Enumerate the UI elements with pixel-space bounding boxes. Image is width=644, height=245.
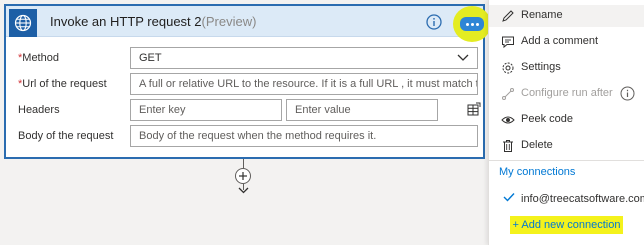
menu-item-delete[interactable]: Delete — [489, 135, 644, 157]
arrow-down-icon — [238, 187, 249, 194]
url-row: *Url of the request A full or relative U… — [18, 73, 478, 95]
menu-item-label: Delete — [521, 139, 553, 151]
body-row: Body of the request Body of the request … — [18, 125, 478, 147]
card-title-text: Invoke an HTTP request 2 — [50, 14, 202, 29]
method-row: *Method GET — [18, 47, 478, 69]
method-value: GET — [139, 52, 162, 64]
header-value-input[interactable]: Enter value — [286, 99, 438, 121]
more-options-highlight — [453, 6, 491, 42]
connection-item[interactable]: info@treecatsoftware.com — [521, 193, 644, 205]
add-new-connection-button[interactable]: + Add new connection — [510, 216, 623, 234]
headers-row: Headers Enter key Enter value — [18, 99, 481, 121]
method-select[interactable]: GET — [130, 47, 478, 69]
eye-icon — [501, 116, 515, 124]
checkmark-icon — [503, 193, 515, 202]
menu-item-label: Add a comment — [521, 35, 599, 47]
trash-icon — [503, 140, 513, 152]
plus-icon — [239, 172, 247, 180]
comment-icon — [502, 36, 514, 49]
run-after-icon — [502, 88, 514, 100]
globe-icon — [9, 9, 37, 37]
switch-to-text-mode-icon[interactable] — [467, 102, 481, 116]
menu-item-label: Rename — [521, 9, 563, 21]
connections-heading: My connections — [499, 166, 576, 178]
chevron-down-icon — [457, 54, 469, 61]
menu-item-add-comment[interactable]: Add a comment — [489, 31, 644, 53]
card-title[interactable]: Invoke an HTTP request 2(Preview) — [50, 14, 256, 29]
gear-icon — [502, 62, 514, 74]
http-action-card[interactable]: Invoke an HTTP request 2(Preview) *Metho… — [4, 4, 491, 159]
body-input[interactable]: Body of the request when the method requ… — [130, 125, 478, 147]
pencil-icon — [502, 10, 514, 22]
menu-item-label: Settings — [521, 61, 561, 73]
url-input[interactable]: A full or relative URL to the resource. … — [130, 73, 478, 95]
menu-item-label: Configure run after — [521, 87, 613, 99]
menu-item-settings[interactable]: Settings — [489, 57, 644, 79]
info-icon[interactable] — [426, 14, 442, 30]
action-context-menu: Rename Add a comment Settings Configure … — [488, 0, 644, 245]
menu-item-rename[interactable]: Rename — [489, 5, 644, 27]
url-label: *Url of the request — [18, 78, 107, 90]
more-options-button[interactable] — [460, 17, 484, 31]
menu-divider — [489, 160, 644, 161]
body-label: Body of the request — [18, 130, 114, 142]
method-label: *Method — [18, 52, 59, 64]
menu-item-peek-code[interactable]: Peek code — [489, 109, 644, 131]
preview-tag: (Preview) — [201, 14, 257, 29]
headers-label: Headers — [18, 104, 60, 116]
menu-item-label: Peek code — [521, 113, 573, 125]
card-header[interactable]: Invoke an HTTP request 2(Preview) — [6, 6, 491, 42]
header-key-input[interactable]: Enter key — [130, 99, 282, 121]
info-icon[interactable] — [620, 86, 635, 101]
add-step-button[interactable] — [235, 168, 251, 184]
menu-item-configure-run-after[interactable]: Configure run after — [489, 83, 644, 105]
